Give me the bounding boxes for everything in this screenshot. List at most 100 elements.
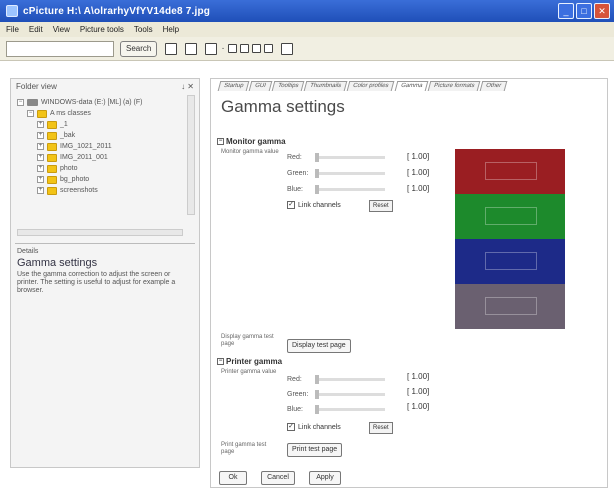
details-description: Use the gamma correction to adjust the s…	[17, 271, 176, 294]
maximize-button[interactable]: □	[576, 3, 592, 19]
tree-item[interactable]: + IMG_1021_2011	[17, 141, 199, 152]
tab-startup[interactable]: Startup	[217, 81, 250, 91]
printer-link-channels[interactable]: ✓ Link channels	[287, 423, 341, 431]
tree-item-label: _bak	[60, 132, 76, 139]
settings-view-icon[interactable]	[280, 42, 293, 55]
grid-view-4-icon[interactable]	[263, 44, 273, 53]
tree-item-label: screenshots	[60, 187, 98, 194]
slider-thumb[interactable]	[315, 374, 319, 384]
expand-icon[interactable]: −	[27, 110, 34, 117]
checkbox-checked-icon[interactable]: ✓	[287, 423, 295, 431]
display-test-page-button[interactable]: Display test page	[287, 339, 351, 353]
tree-item[interactable]: + bg_photo	[17, 174, 199, 185]
printer-blue-slider[interactable]	[315, 404, 385, 414]
printer-green-label: Green:	[287, 390, 309, 398]
monitor-gamma-note: Monitor gamma value	[221, 149, 279, 155]
expand-icon[interactable]: +	[37, 165, 44, 172]
tree-item[interactable]: + photo	[17, 163, 199, 174]
folder-icon	[47, 164, 57, 173]
slider-thumb[interactable]	[315, 152, 319, 162]
collapse-icon[interactable]: −	[217, 358, 224, 365]
slider-thumb[interactable]	[315, 168, 319, 178]
tree-item-label: _1	[60, 121, 68, 128]
expand-icon[interactable]: +	[37, 187, 44, 194]
tab-other[interactable]: Other	[480, 81, 508, 91]
ok-button[interactable]: Ok	[219, 471, 247, 485]
menu-bar: File Edit View Picture tools Tools Help	[0, 22, 614, 37]
tree-item-label: IMG_2011_001	[60, 154, 108, 161]
menu-view[interactable]: View	[53, 25, 70, 34]
expand-icon[interactable]: +	[37, 121, 44, 128]
tab-thumbnails[interactable]: Thumbnails	[304, 81, 348, 91]
monitor-blue-slider[interactable]	[315, 184, 385, 194]
printer-blue-label: Blue:	[287, 405, 303, 413]
monitor-red-slider[interactable]	[315, 152, 385, 162]
checkbox-checked-icon[interactable]: ✓	[287, 201, 295, 209]
expand-icon[interactable]: +	[37, 176, 44, 183]
printer-red-slider[interactable]	[315, 374, 385, 384]
printer-reset-button[interactable]: Reset	[369, 422, 393, 434]
expand-icon[interactable]: +	[37, 132, 44, 139]
tab-tooltips[interactable]: Tooltips	[271, 81, 305, 91]
folder-pane: Folder view ↓ ✕ − WINDOWS-data (E:) [ML] …	[10, 78, 200, 468]
single-view-icon[interactable]	[185, 42, 198, 55]
printer-blue-value: [ 1.00]	[407, 402, 430, 411]
menu-picture-tools[interactable]: Picture tools	[80, 25, 124, 34]
print-test-page-button[interactable]: Print test page	[287, 443, 343, 457]
pane-pin-close-icon[interactable]: ↓ ✕	[181, 82, 194, 91]
tree-item[interactable]: + _bak	[17, 130, 199, 141]
tree-item[interactable]: + _1	[17, 119, 199, 130]
folder-icon	[47, 153, 57, 162]
tree-item[interactable]: − A ms classes	[17, 108, 199, 119]
tree-item[interactable]: − WINDOWS-data (E:) [ML] (a) (F)	[17, 97, 199, 108]
toolbar: Search ·	[0, 37, 614, 61]
cancel-button[interactable]: Cancel	[261, 471, 295, 485]
monitor-red-label: Red:	[287, 153, 302, 161]
monitor-blue-value: [ 1.00]	[407, 184, 430, 193]
tab-gamma[interactable]: Gamma	[394, 81, 429, 91]
print-test-note: Print gamma test page	[221, 442, 267, 455]
menu-tools[interactable]: Tools	[134, 25, 153, 34]
dropdown-arrow-icon[interactable]: ·	[221, 43, 224, 54]
tree-horizontal-scrollbar[interactable]	[17, 229, 183, 236]
slider-thumb[interactable]	[315, 184, 319, 194]
grid-view-2-icon[interactable]	[239, 44, 249, 53]
monitor-green-value: [ 1.00]	[407, 168, 430, 177]
search-input[interactable]	[6, 40, 114, 57]
slider-thumb[interactable]	[315, 404, 319, 414]
grid-view-1-icon[interactable]	[227, 44, 237, 53]
tab-gui[interactable]: GUI	[249, 81, 273, 91]
display-test-note: Display gamma test page	[221, 334, 274, 347]
tab-picture-formats[interactable]: Picture formats	[427, 81, 481, 91]
search-button[interactable]: Search	[120, 40, 158, 57]
collapse-icon[interactable]: −	[217, 138, 224, 145]
monitor-green-slider[interactable]	[315, 168, 385, 178]
window-title: cPicture H:\ A\olrarhyVfYV14de8 7.jpg	[23, 5, 211, 17]
checkbox-view-icon[interactable]	[165, 42, 178, 55]
expand-icon[interactable]: −	[17, 99, 24, 106]
monitor-link-channels[interactable]: ✓ Link channels	[287, 201, 341, 209]
folder-tree[interactable]: − WINDOWS-data (E:) [ML] (a) (F) − A ms cla…	[11, 93, 199, 243]
printer-green-slider[interactable]	[315, 389, 385, 399]
menu-help[interactable]: Help	[163, 25, 179, 34]
thumbnail-view-icon[interactable]	[205, 42, 218, 55]
apply-button[interactable]: Apply	[309, 471, 341, 485]
minimize-button[interactable]: _	[558, 3, 574, 19]
slider-thumb[interactable]	[315, 389, 319, 399]
tree-item[interactable]: + IMG_2011_001	[17, 152, 199, 163]
gray-inner-patch	[485, 297, 537, 315]
tree-vertical-scrollbar[interactable]	[187, 95, 195, 215]
monitor-reset-button[interactable]: Reset	[369, 200, 393, 212]
printer-gamma-section-title[interactable]: − Printer gamma	[217, 357, 282, 366]
tab-color-profiles[interactable]: Color profiles	[347, 81, 396, 91]
monitor-gamma-section-title[interactable]: − Monitor gamma	[217, 137, 286, 146]
settings-pane: Startup GUI Tooltips Thumbnails Color pr…	[210, 78, 608, 488]
tree-item[interactable]: + screenshots	[17, 185, 199, 196]
close-button[interactable]: ✕	[594, 3, 610, 19]
menu-file[interactable]: File	[6, 25, 19, 34]
tree-item-label: IMG_1021_2011	[60, 143, 112, 150]
expand-icon[interactable]: +	[37, 154, 44, 161]
menu-edit[interactable]: Edit	[29, 25, 43, 34]
grid-view-3-icon[interactable]	[251, 44, 261, 53]
expand-icon[interactable]: +	[37, 143, 44, 150]
